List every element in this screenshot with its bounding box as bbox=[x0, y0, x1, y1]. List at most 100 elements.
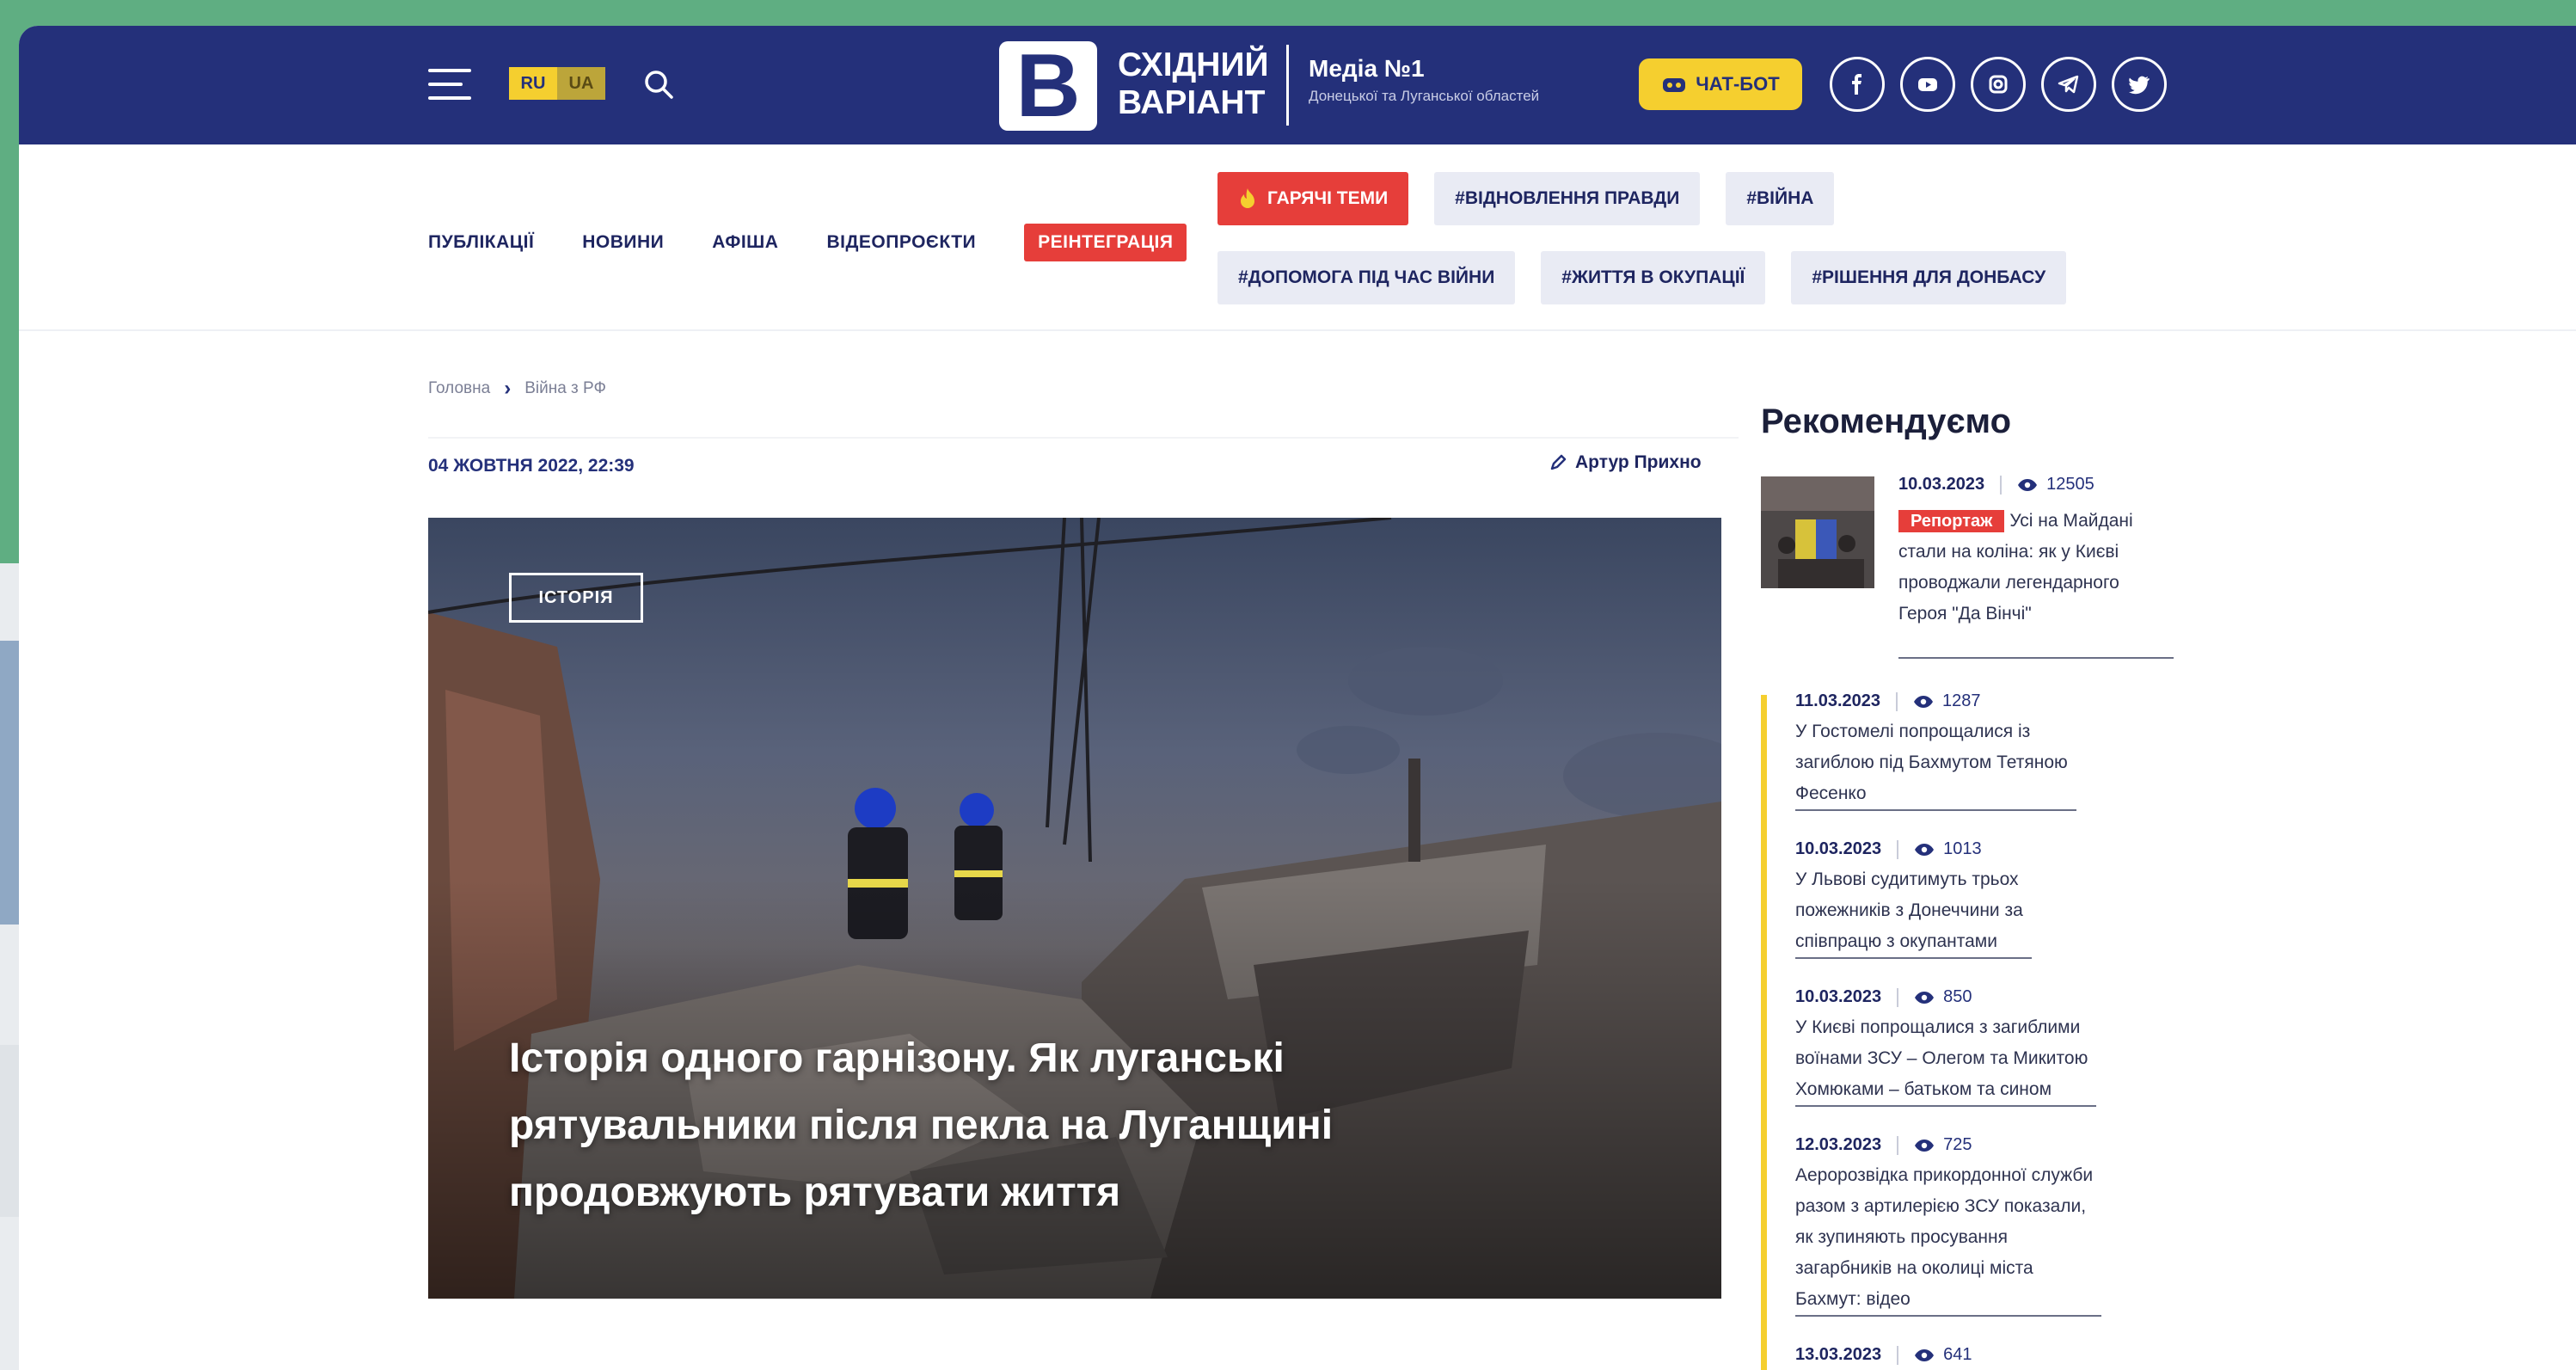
featured-thumbnail[interactable] bbox=[1761, 476, 1874, 588]
item-date: 11.03.2023 bbox=[1795, 691, 1880, 710]
nav-item-news[interactable]: НОВИНИ bbox=[582, 232, 664, 253]
nav-item-publications[interactable]: ПУБЛІКАЦІЇ bbox=[428, 232, 534, 253]
logo-text[interactable]: СХІДНИЙ ВАРІАНТ bbox=[1118, 46, 1269, 122]
item-text-line: пожежників з Донеччини за bbox=[1795, 900, 2023, 920]
logo-line-2: ВАРІАНТ bbox=[1118, 84, 1266, 121]
item-date: 10.03.2023 bbox=[1795, 987, 1882, 1006]
views-count: 641 bbox=[1943, 1345, 1972, 1364]
social-links bbox=[1830, 57, 2167, 112]
featured-underline bbox=[1898, 657, 2174, 659]
background-block bbox=[0, 1045, 21, 1217]
item-title[interactable]: У Львові судитимуть трьох пожежників з Д… bbox=[1795, 864, 2032, 959]
meta-separator bbox=[1896, 691, 1898, 711]
list-item[interactable]: 12.03.2023 725 Аеророзвідка прикордонної … bbox=[1795, 1135, 2165, 1317]
article-author[interactable]: Артур Прихно bbox=[1549, 452, 1702, 473]
title-line: рятувальники після пекла на Луганщині bbox=[509, 1103, 1334, 1148]
tag-label: #РІШЕННЯ ДЛЯ ДОНБАСУ bbox=[1812, 267, 2046, 287]
lang-ru-button[interactable]: RU bbox=[509, 67, 557, 100]
list-item[interactable]: 10.03.2023 1013 У Львові судитимуть трьох… bbox=[1795, 839, 2165, 959]
meta-separator bbox=[1897, 839, 1899, 859]
background-block bbox=[0, 641, 21, 925]
telegram-icon[interactable] bbox=[2041, 57, 2096, 112]
twitter-icon[interactable] bbox=[2112, 57, 2167, 112]
chevron-right-icon: › bbox=[504, 377, 512, 400]
breadcrumb-home[interactable]: Головна bbox=[428, 379, 490, 398]
fire-icon bbox=[1241, 188, 1254, 208]
youtube-icon[interactable] bbox=[1900, 57, 1955, 112]
menu-icon[interactable] bbox=[428, 69, 471, 101]
lang-ua-button[interactable]: UA bbox=[557, 67, 605, 100]
item-text-line: Хомюками – батьком та сином bbox=[1795, 1079, 2052, 1099]
article-hero-image[interactable]: ІСТОРІЯ Історія одного гарнізону. Як луг… bbox=[428, 518, 1721, 1299]
tag-wartime-help[interactable]: #ДОПОМОГА ПІД ЧАС ВІЙНИ bbox=[1217, 251, 1516, 304]
tag-label: #ДОПОМОГА ПІД ЧАС ВІЙНИ bbox=[1238, 267, 1495, 287]
featured-article-link[interactable]: Репортаж Усі на Майдані стали на коліна: … bbox=[1898, 506, 2170, 630]
category-badge[interactable]: ІСТОРІЯ bbox=[509, 573, 643, 623]
robot-icon bbox=[1663, 78, 1686, 92]
instagram-icon[interactable] bbox=[1971, 57, 2026, 112]
background-page bbox=[0, 563, 21, 1370]
meta-separator bbox=[2000, 475, 2003, 495]
item-text-line: загарбників на околиці міста bbox=[1795, 1258, 2033, 1278]
featured-meta: 10.03.2023 12505 bbox=[1898, 475, 2095, 495]
article-title[interactable]: Історія одного гарнізону. Як луганські р… bbox=[509, 1025, 1506, 1226]
meta-divider bbox=[428, 437, 1739, 439]
title-line: продовжують рятувати життя bbox=[509, 1170, 1121, 1215]
item-date: 13.03.2023 bbox=[1795, 1345, 1882, 1364]
item-title[interactable]: У Гостомелі попрощалися із загиблою під … bbox=[1795, 716, 2076, 811]
list-item[interactable]: 11.03.2023 1287 У Гостомелі попрощалися і… bbox=[1795, 691, 2165, 811]
item-text-line: разом з артилерією ЗСУ показали, bbox=[1795, 1196, 2087, 1216]
views-count: 1287 bbox=[1942, 691, 1981, 710]
facebook-icon[interactable] bbox=[1830, 57, 1885, 112]
item-title[interactable]: Аеророзвідка прикордонної служби разом з… bbox=[1795, 1160, 2102, 1317]
title-line: Історія одного гарнізону. Як луганські bbox=[509, 1035, 1285, 1081]
tag-life-in-occupation[interactable]: #ЖИТТЯ В ОКУПАЦІЇ bbox=[1541, 251, 1766, 304]
views-count: 725 bbox=[1943, 1135, 1972, 1154]
tag-hot-topics[interactable]: ГАРЯЧІ ТЕМИ bbox=[1217, 172, 1409, 225]
nav-item-videoprojects[interactable]: ВІДЕОПРОЄКТИ bbox=[826, 232, 976, 253]
item-text-line: воїнами ЗСУ – Олегом та Микитою bbox=[1795, 1048, 2088, 1068]
eye-icon bbox=[2018, 478, 2038, 491]
report-badge[interactable]: Репортаж bbox=[1898, 510, 2005, 532]
item-text-line: співпрацю з окупантами bbox=[1795, 931, 1997, 951]
meta-separator bbox=[1897, 1135, 1899, 1155]
list-item[interactable]: 10.03.2023 850 У Києві попрощалися з заги… bbox=[1795, 987, 2165, 1107]
list-accent-bar bbox=[1761, 695, 1767, 1370]
tag-war[interactable]: #ВІЙНА bbox=[1726, 172, 1835, 225]
views-count: 1013 bbox=[1943, 839, 1982, 858]
chatbot-label: ЧАТ-БОТ bbox=[1696, 73, 1780, 95]
nav-item-events[interactable]: АФІША bbox=[712, 232, 778, 253]
logo[interactable]: B bbox=[999, 41, 1097, 131]
language-switcher: RU UA bbox=[509, 67, 605, 100]
browser-page: RU UA B СХІДНИЙ ВАРІАНТ Медіа №1 Донецьк… bbox=[19, 26, 2576, 1370]
tag-label: ГАРЯЧІ ТЕМИ bbox=[1267, 188, 1389, 208]
breadcrumb: Головна › Війна з РФ bbox=[428, 377, 606, 401]
tag-truth-restoration[interactable]: #ВІДНОВЛЕННЯ ПРАВДИ bbox=[1434, 172, 1701, 225]
views-count: 12505 bbox=[2046, 475, 2095, 494]
search-icon[interactable] bbox=[641, 67, 676, 101]
site-header: RU UA B СХІДНИЙ ВАРІАНТ Медіа №1 Донецьк… bbox=[19, 26, 2576, 144]
featured-date: 10.03.2023 bbox=[1898, 475, 1985, 494]
pen-icon bbox=[1550, 454, 1567, 470]
eye-icon bbox=[1915, 1139, 1935, 1152]
eye-icon bbox=[1915, 843, 1935, 856]
item-text-line: загиблою під Бахмутом Тетяною bbox=[1795, 753, 2068, 772]
item-text-line: Фесенко bbox=[1795, 783, 1867, 803]
tag-donbas-solutions[interactable]: #РІШЕННЯ ДЛЯ ДОНБАСУ bbox=[1791, 251, 2067, 304]
eye-icon bbox=[1915, 991, 1935, 1004]
item-text-line: як зупиняють просування bbox=[1795, 1227, 2008, 1247]
nav-item-reintegration[interactable]: РЕІНТЕГРАЦІЯ bbox=[1024, 224, 1187, 261]
featured-views: 12505 bbox=[2017, 475, 2095, 495]
eye-icon bbox=[1915, 1348, 1935, 1361]
eye-icon bbox=[1914, 695, 1933, 708]
item-text-line: Аеророзвідка прикордонної служби bbox=[1795, 1165, 2094, 1185]
views-count: 850 bbox=[1943, 987, 1972, 1006]
nav-divider bbox=[19, 329, 2576, 331]
chatbot-button[interactable]: ЧАТ-БОТ bbox=[1639, 58, 1802, 110]
logo-line-1: СХІДНИЙ bbox=[1118, 46, 1269, 83]
list-item[interactable]: 13.03.2023 641 bbox=[1795, 1345, 2165, 1365]
meta-separator bbox=[1897, 1345, 1899, 1365]
breadcrumb-current[interactable]: Війна з РФ bbox=[524, 379, 606, 398]
item-title[interactable]: У Києві попрощалися з загиблими воїнами … bbox=[1795, 1012, 2097, 1107]
logo-letter: B bbox=[1015, 36, 1081, 136]
